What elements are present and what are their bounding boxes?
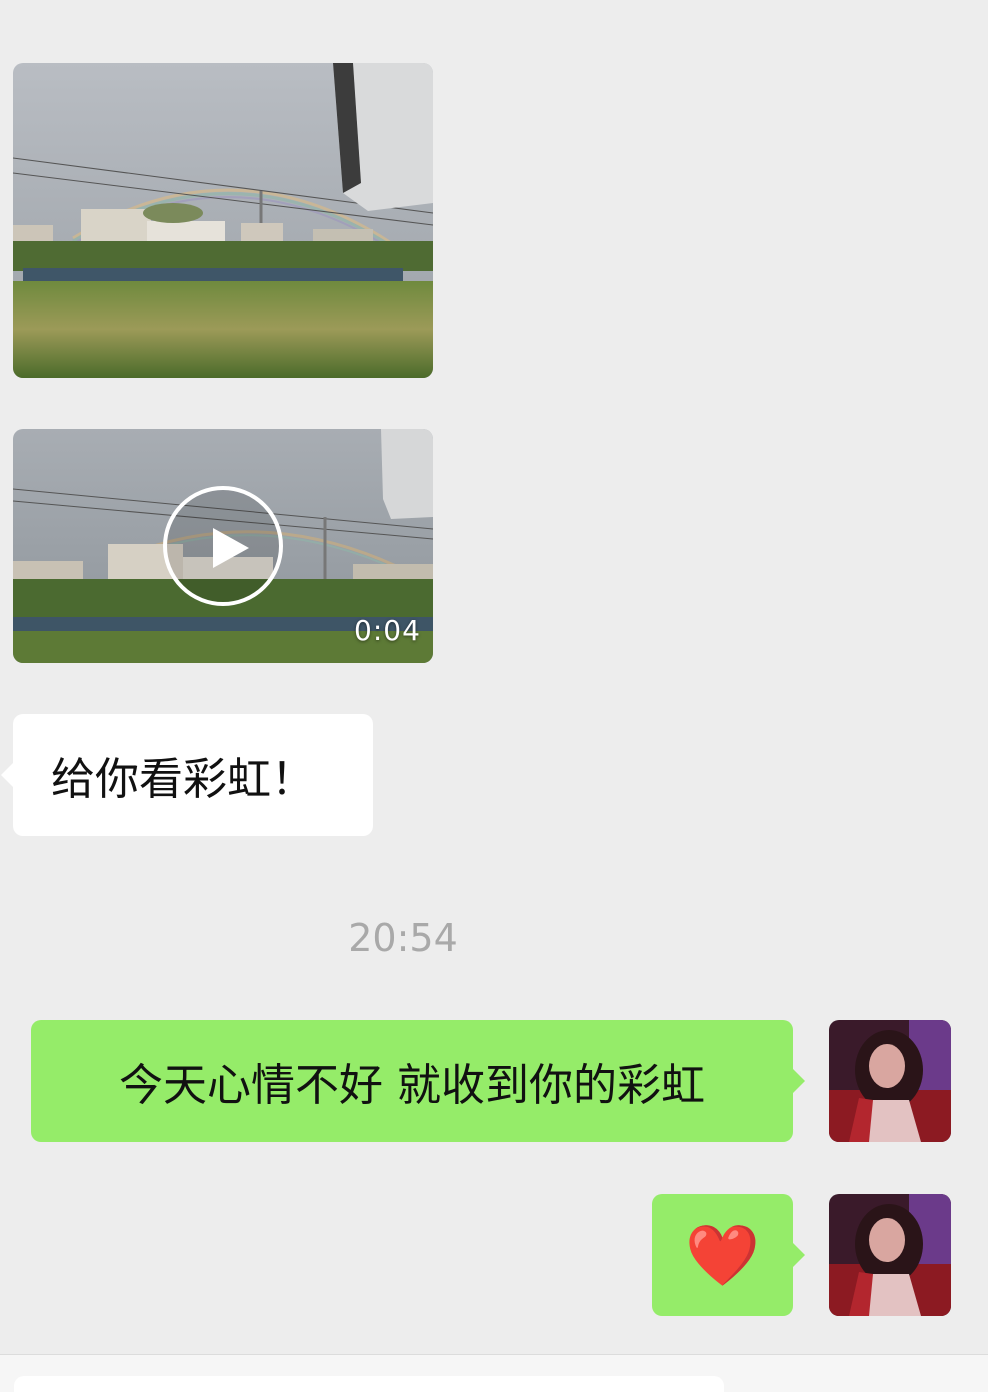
- received-text: 给你看彩虹！: [51, 754, 315, 805]
- sent-text: 今天心情不好 就收到你的彩虹: [119, 1060, 705, 1111]
- rainbow-photo: [13, 63, 433, 378]
- play-triangle: [213, 528, 249, 568]
- video-duration: 0:04: [354, 614, 421, 647]
- sent-text-bubble[interactable]: 今天心情不好 就收到你的彩虹: [31, 1020, 805, 1142]
- avatar[interactable]: [829, 1020, 951, 1142]
- message-timestamp: 20:54: [348, 916, 458, 960]
- play-icon[interactable]: [163, 486, 283, 606]
- sent-emoji-bubble[interactable]: ❤️: [652, 1194, 805, 1316]
- chat-view: 0:04 给你看彩虹！ 20:54 今天心情不好 就收到你的彩虹 ❤️: [0, 0, 988, 1392]
- avatar[interactable]: [829, 1194, 951, 1316]
- message-input[interactable]: [14, 1376, 724, 1392]
- rainbow-photo-message[interactable]: [13, 63, 433, 378]
- heart-icon: ❤️: [685, 1220, 760, 1291]
- avatar-image: [829, 1194, 951, 1316]
- avatar-image: [829, 1020, 951, 1142]
- received-text-bubble[interactable]: 给你看彩虹！: [1, 714, 373, 836]
